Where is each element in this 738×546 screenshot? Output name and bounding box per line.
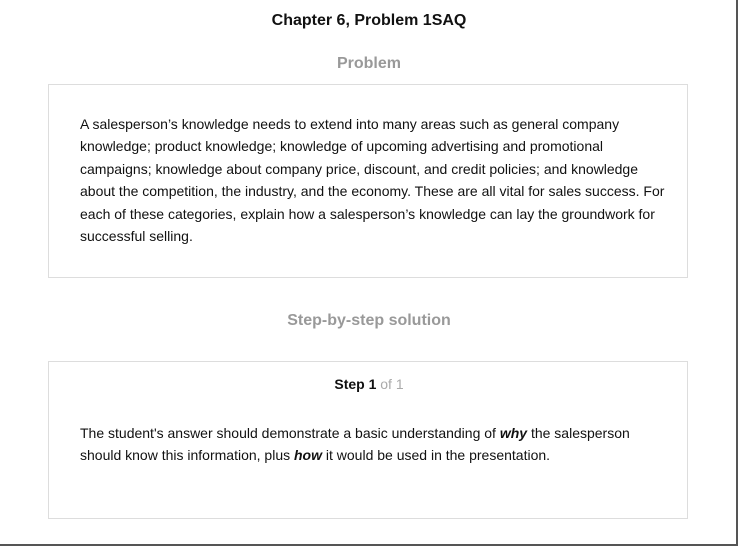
step-total: of 1 bbox=[380, 376, 404, 392]
step-text: The student's answer should demonstrate … bbox=[80, 422, 665, 467]
step-indicator: Step 1 of 1 bbox=[49, 376, 689, 392]
step-number: Step 1 bbox=[334, 376, 377, 392]
problem-card: A salesperson’s knowledge needs to exten… bbox=[48, 84, 688, 278]
page-title: Chapter 6, Problem 1SAQ bbox=[271, 12, 467, 29]
solution-heading: Step-by-step solution bbox=[287, 312, 451, 329]
problem-heading: Problem bbox=[336, 55, 401, 72]
problem-text: A salesperson’s knowledge needs to exten… bbox=[80, 116, 665, 245]
step-text-part: it would be used in the presentation. bbox=[322, 447, 551, 464]
step-card: Step 1 of 1 The student's answer should … bbox=[48, 361, 688, 519]
step-text-emphasis: why bbox=[499, 425, 528, 441]
step-text-part: The student's answer should demonstrate … bbox=[80, 425, 500, 441]
step-text-emphasis: how bbox=[294, 447, 322, 464]
